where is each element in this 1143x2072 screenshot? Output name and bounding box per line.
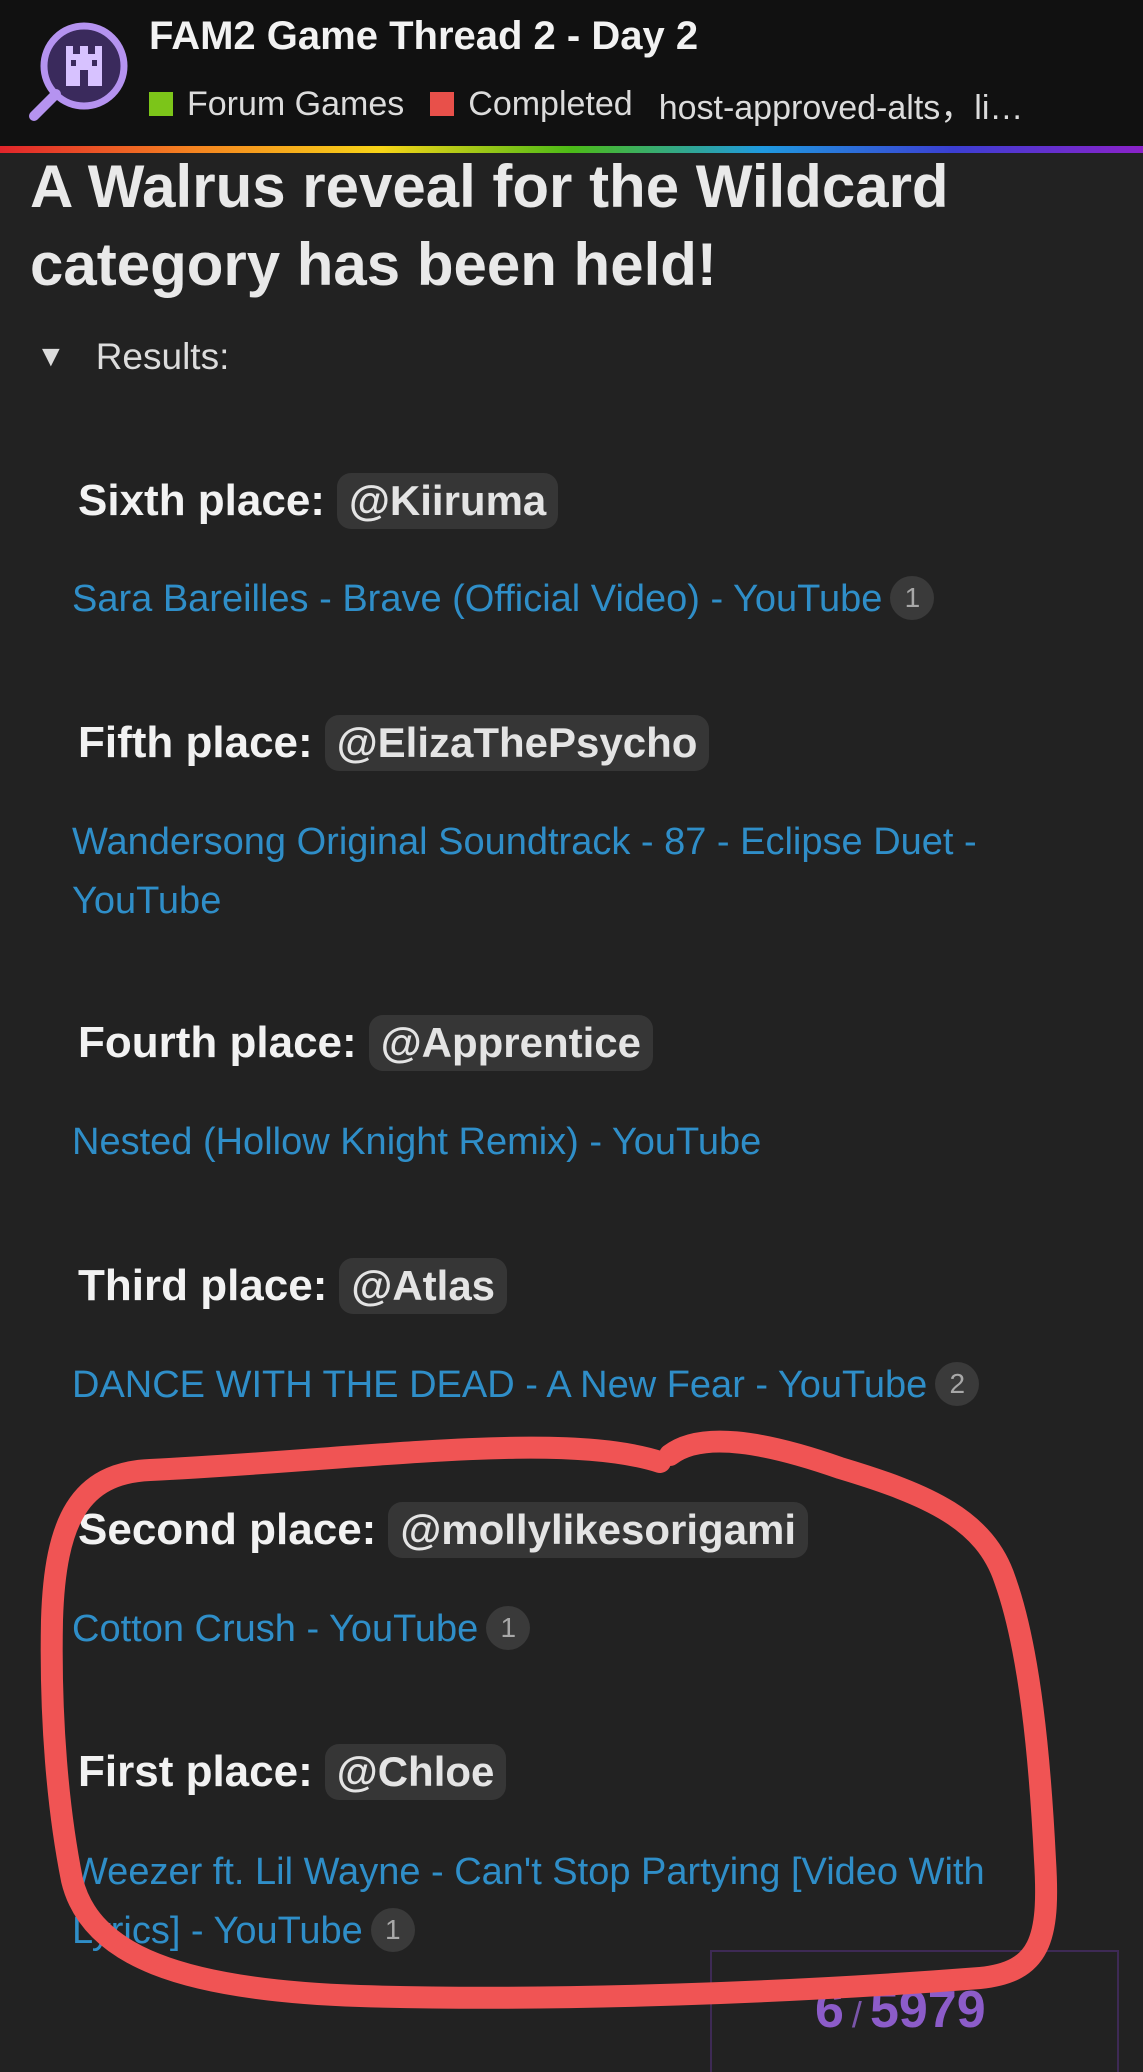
click-count-badge: 1 [890, 576, 935, 620]
youtube-link[interactable]: Nested (Hollow Knight Remix) - YouTube [72, 1113, 1072, 1172]
progress-current: 6 [815, 1981, 844, 2039]
results-label: Results: [95, 336, 230, 377]
youtube-link[interactable]: Wandersong Original Soundtrack - 87 - Ec… [72, 813, 1072, 931]
place-heading: Second place: @mollylikesorigami [78, 1501, 809, 1559]
link-text[interactable]: Cotton Crush - YouTube [72, 1608, 478, 1650]
thread-title[interactable]: FAM2 Game Thread 2 - Day 2 [149, 14, 698, 59]
caret-down-icon: ▼ [36, 340, 66, 373]
link-text[interactable]: Wandersong Original Soundtrack - 87 - Ec… [72, 821, 977, 922]
place-label: Fourth place: [78, 1018, 357, 1067]
user-mention[interactable]: @Kiiruma [336, 473, 559, 529]
category-color-square [149, 92, 173, 116]
topic-tags[interactable]: host-approved-alts，li… [659, 80, 1031, 129]
user-mention[interactable]: @ElizaThePsycho [324, 715, 710, 771]
place-heading: Fifth place: @ElizaThePsycho [78, 714, 710, 772]
status-color-square [430, 92, 455, 116]
click-count-badge: 1 [370, 1908, 415, 1952]
link-text[interactable]: DANCE WITH THE DEAD - A New Fear - YouTu… [72, 1364, 927, 1406]
link-text[interactable]: Weezer ft. Lil Wayne - Can't Stop Partyi… [72, 1851, 985, 1952]
place-label: First place: [78, 1747, 313, 1796]
youtube-link[interactable]: Sara Bareilles - Brave (Official Video) … [72, 570, 1072, 629]
category-label: Forum Games [187, 84, 405, 123]
post-heading: A Walrus reveal for the Wildcard categor… [30, 153, 949, 298]
status-label: Completed [468, 84, 633, 123]
place-heading: Sixth place: @Kiiruma [78, 472, 559, 530]
place-label: Sixth place: [78, 476, 325, 525]
place-heading: First place: @Chloe [78, 1743, 507, 1801]
results-details-toggle[interactable]: ▼ Results: [36, 336, 229, 378]
castle-magnifier-icon[interactable] [26, 18, 132, 124]
user-mention[interactable]: @Apprentice [368, 1015, 654, 1071]
place-heading: Fourth place: @Apprentice [78, 1014, 654, 1072]
place-heading: Third place: @Atlas [78, 1257, 508, 1315]
progress-total: 5979 [869, 1981, 986, 2039]
user-mention[interactable]: @mollylikesorigami [388, 1502, 809, 1558]
place-label: Second place: [78, 1505, 377, 1554]
topic-header: FAM2 Game Thread 2 - Day 2 Forum Games C… [0, 0, 1143, 146]
status-badge[interactable]: Completed [430, 84, 633, 124]
link-text[interactable]: Sara Bareilles - Brave (Official Video) … [72, 578, 882, 620]
topic-progress[interactable]: 6/5979 [815, 1980, 986, 2040]
category-badge[interactable]: Forum Games [149, 85, 404, 124]
user-mention[interactable]: @Chloe [324, 1744, 507, 1800]
place-label: Fifth place: [78, 718, 313, 767]
youtube-link[interactable]: Cotton Crush - YouTube 1 [72, 1600, 1072, 1659]
link-text[interactable]: Nested (Hollow Knight Remix) - YouTube [72, 1121, 761, 1163]
youtube-link[interactable]: DANCE WITH THE DEAD - A New Fear - YouTu… [72, 1356, 1072, 1415]
youtube-link[interactable]: Weezer ft. Lil Wayne - Can't Stop Partyi… [72, 1843, 1072, 1961]
click-count-badge: 1 [486, 1606, 531, 1650]
progress-separator: / [851, 1994, 862, 2035]
topic-meta: Forum Games Completed host-approved-alts… [149, 84, 1031, 127]
click-count-badge: 2 [935, 1362, 980, 1406]
place-label: Third place: [78, 1261, 328, 1310]
user-mention[interactable]: @Atlas [339, 1258, 508, 1314]
